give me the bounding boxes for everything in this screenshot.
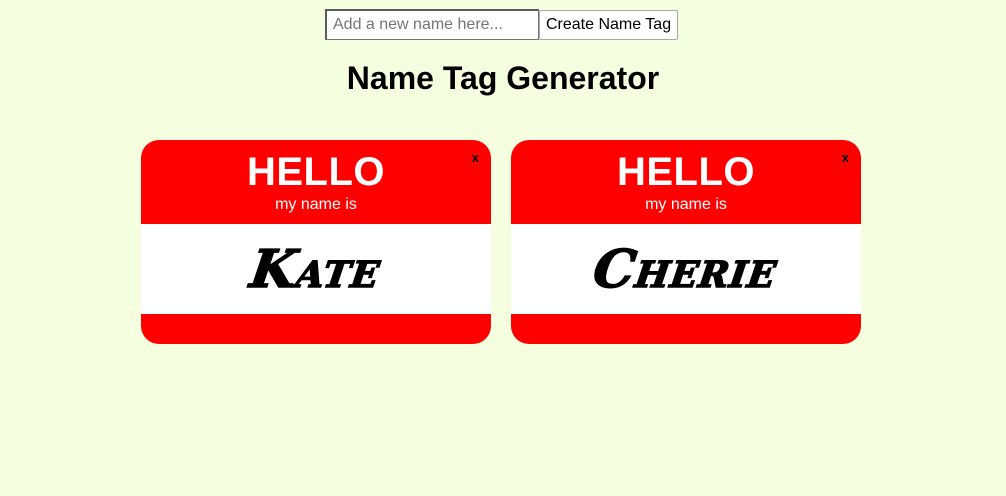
tag-name: Cherie	[589, 238, 782, 301]
tag-hello-text: HELLO	[246, 150, 386, 194]
tag-hello-text: HELLO	[616, 150, 756, 194]
tag-subtitle-text: my name is	[645, 196, 727, 213]
new-name-input[interactable]	[325, 9, 539, 40]
tag-subtitle-text: my name is	[275, 196, 357, 213]
name-tag-form: Create Name Tag	[325, 9, 679, 40]
name-tag-list: HELLO my name is x Kate HELLO my name is…	[141, 140, 861, 344]
remove-tag-button[interactable]: x	[842, 150, 849, 166]
tag-name: Kate	[246, 238, 385, 301]
tag-name-area: Cherie	[511, 224, 861, 314]
name-tag: HELLO my name is x Kate	[141, 140, 491, 344]
name-tag: HELLO my name is x Cherie	[511, 140, 861, 344]
tag-name-area: Kate	[141, 224, 491, 314]
page-title: Name Tag Generator	[346, 60, 660, 96]
remove-tag-button[interactable]: x	[472, 150, 479, 166]
create-name-tag-button[interactable]: Create Name Tag	[539, 9, 679, 40]
